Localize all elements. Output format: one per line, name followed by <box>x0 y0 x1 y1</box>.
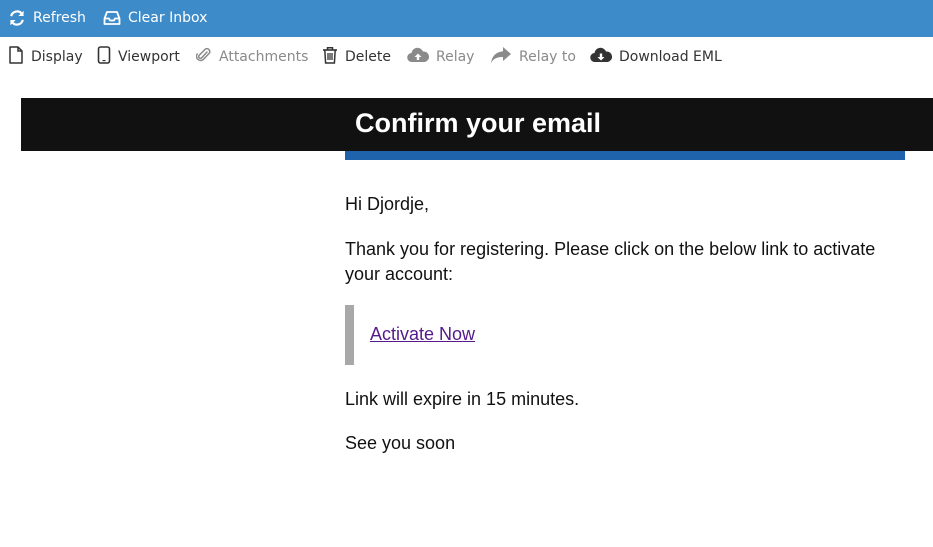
download-eml-button[interactable]: Download EML <box>590 47 722 67</box>
share-arrow-icon <box>490 46 512 68</box>
relay-label: Relay <box>436 49 475 65</box>
viewport-button[interactable]: Viewport <box>97 46 180 68</box>
cloud-download-icon <box>590 46 613 68</box>
refresh-label: Refresh <box>33 10 86 26</box>
attachments-label: Attachments <box>219 49 309 65</box>
refresh-button[interactable]: Refresh <box>8 8 86 28</box>
download-eml-label: Download EML <box>619 49 722 65</box>
delete-label: Delete <box>345 49 391 65</box>
refresh-icon <box>8 9 26 27</box>
relay-button[interactable]: Relay <box>407 47 474 67</box>
email-title: Confirm your email <box>355 108 602 138</box>
attachments-button[interactable]: Attachments <box>195 46 309 68</box>
trash-icon <box>322 46 338 68</box>
activate-now-link[interactable]: Activate Now <box>370 322 475 347</box>
cloud-upload-icon <box>407 46 430 68</box>
display-button[interactable]: Display <box>8 46 83 68</box>
email-greeting: Hi Djordje, <box>345 194 430 214</box>
message-toolbar: Display Viewport Attachments Delete Rela… <box>0 37 933 77</box>
viewport-label: Viewport <box>118 49 180 65</box>
clear-inbox-button[interactable]: Clear Inbox <box>103 8 207 28</box>
expiry-notice: Link will expire in 15 minutes. <box>345 389 580 409</box>
email-accent-strip <box>345 151 905 160</box>
tablet-icon <box>97 46 111 68</box>
paperclip-icon <box>195 46 212 68</box>
email-preview: Confirm your email Hi Djordje, Thank you… <box>21 98 933 547</box>
display-label: Display <box>31 49 83 65</box>
file-icon <box>8 46 24 68</box>
relay-to-button[interactable]: Relay to <box>490 47 576 67</box>
relay-to-label: Relay to <box>519 49 576 65</box>
email-signoff: See you soon <box>345 433 456 453</box>
top-action-bar: Refresh Clear Inbox <box>0 0 933 37</box>
clear-inbox-label: Clear Inbox <box>128 10 208 26</box>
inbox-icon <box>103 9 121 27</box>
email-intro-text: Thank you for registering. Please click … <box>345 239 876 284</box>
activation-link-block: Activate Now <box>345 305 654 365</box>
email-header-band: Confirm your email <box>21 98 933 151</box>
delete-button[interactable]: Delete <box>322 47 391 67</box>
